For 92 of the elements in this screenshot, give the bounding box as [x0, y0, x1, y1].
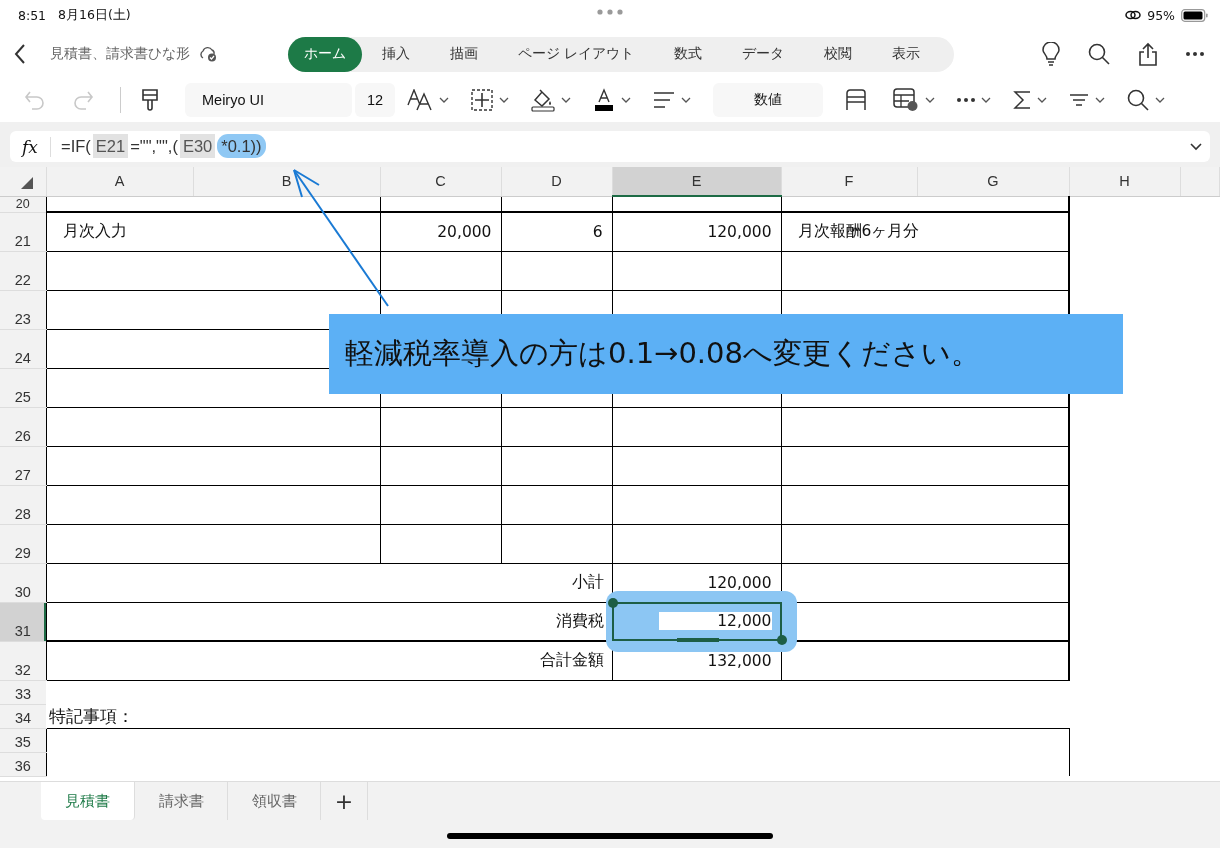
notes-label: 特記事項：	[48, 705, 134, 726]
row-header[interactable]: 31	[0, 602, 46, 641]
table-cell-text: 月次入力	[61, 222, 127, 241]
caret-icon[interactable]	[1037, 97, 1047, 103]
row-header[interactable]: 30	[0, 563, 46, 602]
column-header[interactable]: B	[193, 167, 380, 196]
table-cell-text: 月次報酬6ヶ月分	[796, 222, 920, 241]
table-cell: 120,000	[707, 573, 772, 592]
column-header[interactable]: E	[612, 167, 781, 196]
column-header[interactable]: A	[46, 167, 193, 196]
fx-label: fx	[10, 136, 51, 157]
expand-icon[interactable]	[1190, 142, 1202, 151]
font-color-icon[interactable]	[593, 88, 615, 112]
fill-bucket-icon[interactable]	[531, 88, 555, 112]
row-header[interactable]: 23	[0, 290, 46, 329]
formula-bar[interactable]: fx =IF( E21 ="","",( E30 *0.1))	[10, 131, 1210, 162]
font-name-field[interactable]: Meiryo UI	[185, 83, 352, 117]
caret-icon[interactable]	[621, 97, 631, 103]
table-cell: 消費税	[555, 611, 604, 630]
row-header[interactable]: 33	[0, 680, 46, 704]
lightbulb-icon[interactable]	[1042, 42, 1060, 66]
more-dots-icon[interactable]	[597, 9, 623, 15]
row-header[interactable]: 26	[0, 407, 46, 446]
number-format-field[interactable]: 数値	[713, 83, 823, 117]
battery-percent: 95%	[1147, 7, 1175, 23]
more-icon[interactable]	[1186, 52, 1204, 56]
add-sheet-button[interactable]: +	[321, 782, 368, 820]
font-size-icon[interactable]	[407, 89, 433, 111]
table-rows-icon[interactable]	[845, 89, 867, 111]
ribbon-tab[interactable]: 数式	[654, 36, 723, 72]
cloud-check-icon	[198, 46, 218, 62]
column-header[interactable]: H	[1069, 167, 1180, 196]
row-header[interactable]: 34	[0, 704, 46, 728]
row-header[interactable]: 29	[0, 524, 46, 563]
caret-icon[interactable]	[681, 97, 691, 103]
callout-box: 軽減税率導入の方は0.1→0.08へ変更ください。	[329, 314, 1123, 394]
table-cell: 合計金額	[539, 651, 604, 670]
row-header[interactable]: 32	[0, 641, 46, 680]
ribbon-tab[interactable]: 描画	[430, 36, 498, 72]
align-icon[interactable]	[653, 91, 675, 109]
row-header[interactable]: 25	[0, 368, 46, 407]
sheet-tab[interactable]: 見積書	[41, 782, 135, 820]
ribbon-tab[interactable]: ホーム	[288, 36, 362, 72]
document-title: 見積書、請求書ひな形	[50, 45, 190, 63]
formula-text: =IF( E21 ="","",( E30 *0.1))	[61, 137, 266, 156]
row-header[interactable]: 28	[0, 485, 46, 524]
row-header[interactable]: 36	[0, 752, 46, 776]
borders-icon[interactable]	[471, 89, 493, 111]
table-cell: 20,000	[437, 222, 492, 241]
cell-styles-icon[interactable]	[893, 88, 919, 112]
row-header[interactable]: 24	[0, 329, 46, 368]
ribbon-tab[interactable]: 校閲	[804, 36, 873, 72]
search-icon[interactable]	[1088, 43, 1110, 65]
search-icon[interactable]	[1127, 89, 1149, 111]
ribbon-tab[interactable]: データ	[722, 36, 805, 72]
column-header[interactable]: C	[380, 167, 501, 196]
ribbon-tab[interactable]: 挿入	[362, 36, 430, 72]
row-header[interactable]: 35	[0, 728, 46, 752]
column-header[interactable]: F	[781, 167, 917, 196]
select-all-icon[interactable]	[20, 177, 33, 190]
sum-icon[interactable]	[1013, 90, 1031, 110]
column-header[interactable]: D	[501, 167, 612, 196]
link-icon	[1125, 10, 1142, 20]
caret-icon[interactable]	[1095, 97, 1105, 103]
column-header[interactable]: G	[917, 167, 1069, 196]
battery-icon	[1181, 8, 1208, 22]
table-cell: 120,000	[707, 222, 772, 241]
row-header[interactable]: 21	[0, 212, 46, 251]
table-cell: 小計	[571, 573, 604, 591]
caret-icon[interactable]	[499, 97, 509, 103]
row-header[interactable]: 27	[0, 446, 46, 485]
font-size-field[interactable]: 12	[355, 83, 395, 117]
status-time: 8:51	[18, 7, 47, 23]
sheet-tab[interactable]: 請求書	[135, 782, 228, 820]
more-icon[interactable]	[957, 98, 975, 102]
caret-icon[interactable]	[981, 97, 991, 103]
ribbon-tab[interactable]: ページ レイアウト	[498, 36, 655, 72]
filter-icon[interactable]	[1069, 93, 1089, 107]
caret-icon[interactable]	[1155, 97, 1165, 103]
back-icon[interactable]	[14, 43, 26, 65]
caret-icon[interactable]	[925, 97, 935, 103]
table-cell: 6	[592, 222, 603, 241]
row-header[interactable]: 22	[0, 251, 46, 290]
share-icon[interactable]	[1138, 42, 1158, 66]
status-date: 8月16日(土)	[58, 6, 131, 24]
table-cell: 12,000	[659, 612, 772, 631]
caret-icon[interactable]	[561, 97, 571, 103]
sheet-tab[interactable]: 領収書	[228, 782, 321, 820]
ribbon-tab[interactable]: 表示	[872, 36, 941, 72]
paintbrush-icon[interactable]	[141, 88, 159, 112]
caret-icon[interactable]	[439, 97, 449, 103]
table-cell: 132,000	[707, 651, 772, 670]
